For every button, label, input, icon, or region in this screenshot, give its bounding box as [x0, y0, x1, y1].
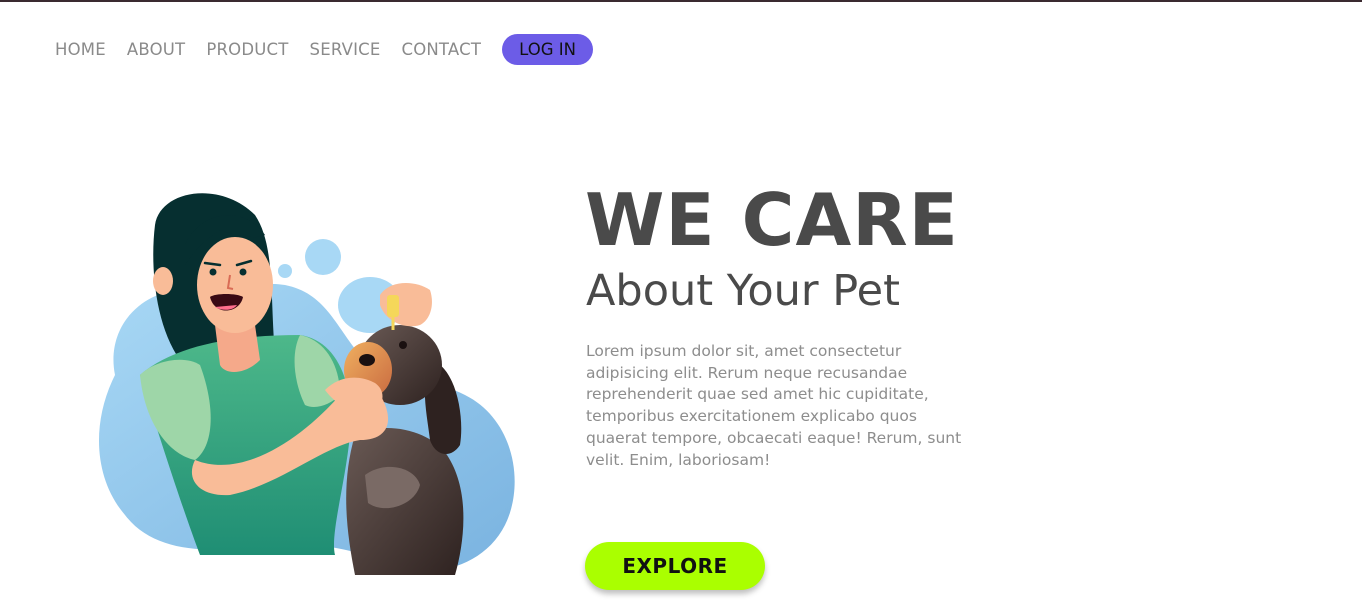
- eye-right: [239, 268, 247, 276]
- pet-care-illustration: [98, 193, 515, 575]
- nav-contact[interactable]: CONTACT: [401, 35, 481, 65]
- dog-nose: [359, 354, 375, 366]
- ear: [153, 267, 173, 295]
- bubble-large: [305, 239, 341, 275]
- nav-product[interactable]: PRODUCT: [206, 35, 288, 65]
- login-button[interactable]: LOG IN: [502, 34, 593, 65]
- explore-button[interactable]: EXPLORE: [585, 542, 765, 590]
- hero-title: WE CARE: [585, 178, 959, 262]
- hero-body-text: Lorem ipsum dolor sit, amet consectetur …: [586, 342, 962, 469]
- nav-about[interactable]: ABOUT: [127, 35, 185, 65]
- dropper: [387, 295, 399, 317]
- nav-home[interactable]: HOME: [55, 35, 106, 65]
- face: [197, 237, 273, 333]
- bubble-small: [278, 264, 292, 278]
- eye-left: [209, 268, 217, 276]
- dog-eye: [399, 341, 407, 349]
- nav-service[interactable]: SERVICE: [310, 35, 381, 65]
- top-border: [0, 0, 1362, 2]
- hero-subtitle: About Your Pet: [586, 266, 900, 316]
- hero-illustration: [85, 185, 530, 585]
- main-nav: HOME ABOUT PRODUCT SERVICE CONTACT LOG I…: [55, 34, 593, 65]
